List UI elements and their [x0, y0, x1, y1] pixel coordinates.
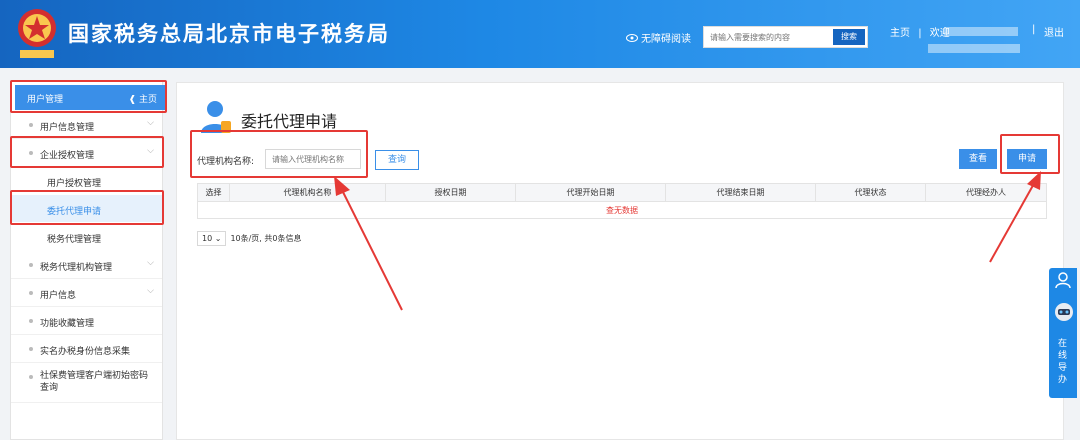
robot-icon	[1055, 303, 1073, 321]
user-star-icon	[1055, 272, 1071, 289]
annotation-arrows	[334, 171, 1041, 311]
online-guide-label: 在线导办	[1058, 339, 1068, 385]
